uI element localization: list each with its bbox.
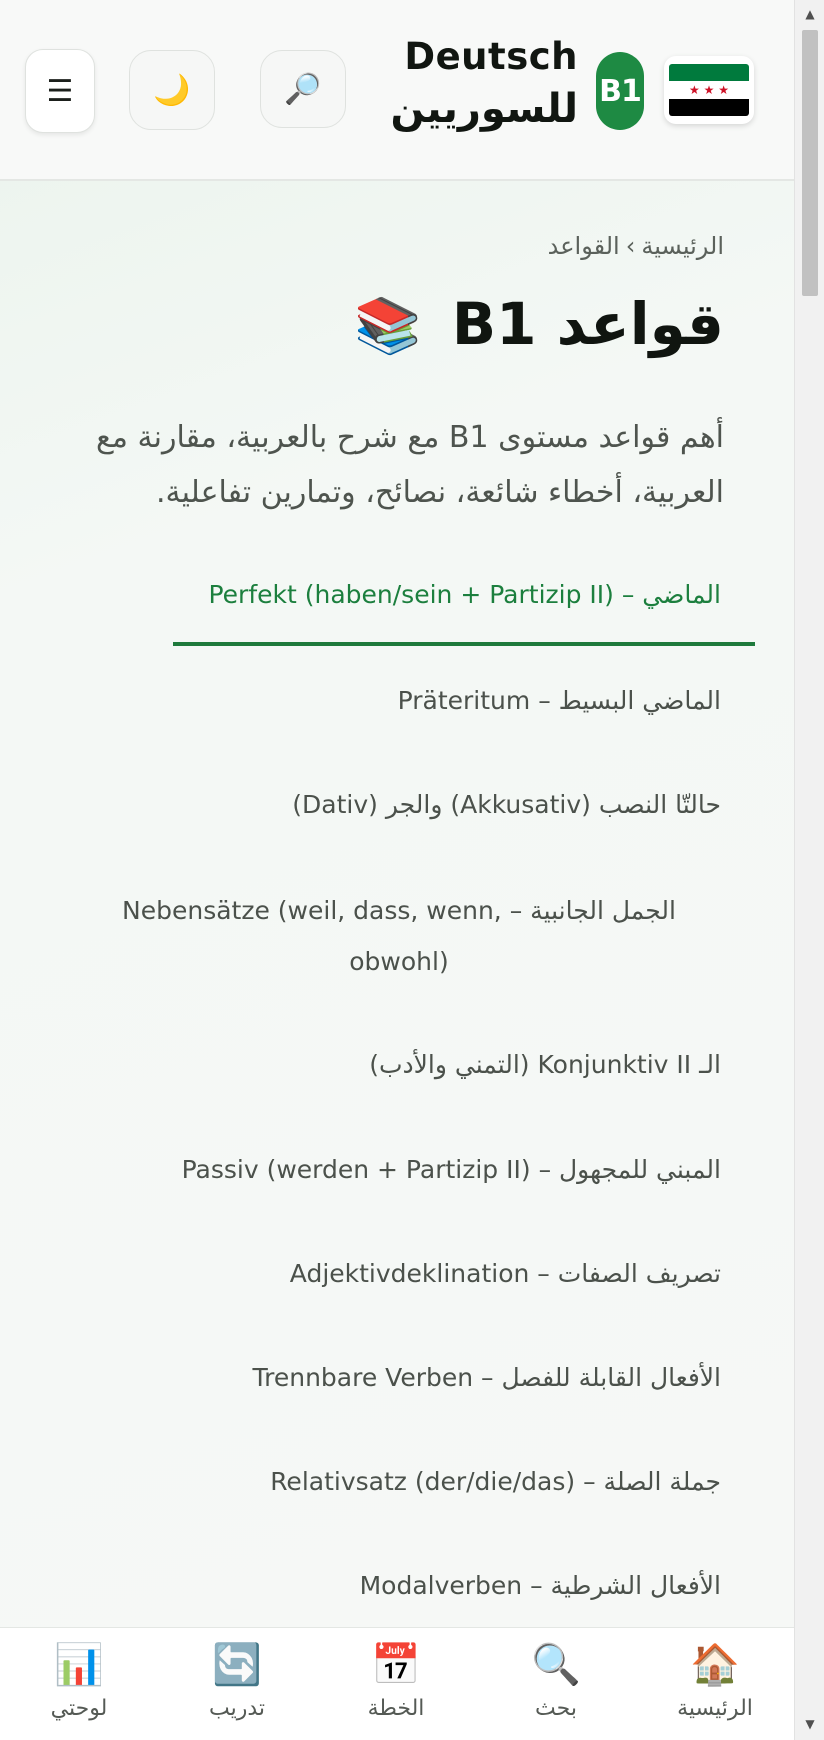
flag-stars: ★ ★ ★ [689, 82, 729, 97]
vertical-scrollbar[interactable]: ▲ ▼ [794, 0, 824, 1740]
level-badge: B1 [596, 52, 644, 130]
moon-icon: 🌙 [153, 72, 191, 108]
page-title: قواعد B1 📚 [354, 290, 724, 358]
magnifier-icon: 🔎 [284, 71, 322, 107]
topic-link-modalverben[interactable]: الأفعال الشرطية – Modalverben [360, 1571, 721, 1600]
nav-label-training: تدريب [208, 1696, 266, 1721]
page: ☰ 🌙 🔎 Deutsch للسوريين B1 ★ ★ ★ الرئيسية… [0, 0, 824, 1740]
top-header: ☰ 🌙 🔎 Deutsch للسوريين B1 ★ ★ ★ [0, 0, 794, 181]
calendar-icon: 📅 [371, 1642, 421, 1688]
repeat-icon: 🔄 [212, 1642, 262, 1688]
page-title-text: قواعد B1 [451, 290, 724, 358]
flag-stripe-green [669, 64, 749, 82]
nav-item-home[interactable]: 🏠 الرئيسية [650, 1628, 780, 1740]
search-button[interactable]: 🔎 [260, 50, 346, 128]
nav-item-plan[interactable]: 📅 الخطة [331, 1628, 461, 1740]
breadcrumb-current: القواعد [547, 232, 620, 260]
scroll-up-arrow-icon[interactable]: ▲ [795, 2, 824, 26]
site-brand[interactable]: Deutsch للسوريين [391, 32, 579, 136]
topic-link-relativsatz[interactable]: جملة الصلة – Relativsatz (der/die/das) [270, 1467, 721, 1496]
brand-title-latin: Deutsch [404, 35, 578, 78]
nav-label-search: بحث [535, 1696, 577, 1721]
topic-link-passiv[interactable]: المبني للمجهول – Passiv (werden + Partiz… [182, 1155, 721, 1184]
topic-link-praeteritum[interactable]: الماضي البسيط – Präteritum [398, 686, 721, 715]
menu-icon: ☰ [46, 73, 74, 109]
page-intro: أهم قواعد مستوى B1 مع شرح بالعربية، مقار… [95, 420, 724, 510]
breadcrumb-home-link[interactable]: الرئيسية [641, 232, 724, 260]
topic-link-konjunktiv[interactable]: الـ Konjunktiv II (التمني والأدب) [369, 1050, 721, 1079]
menu-button[interactable]: ☰ [25, 49, 95, 133]
flag-stripe-black [669, 98, 749, 116]
active-topic-underline [173, 642, 755, 646]
topic-link-akkusativ-dativ[interactable]: حالتّا النصب (Akkusativ) والجر (Dativ) [292, 790, 721, 819]
nav-label-dashboard: لوحتي [50, 1696, 108, 1721]
theme-toggle-button[interactable]: 🌙 [129, 50, 215, 130]
topic-link-adjektivdeklination[interactable]: تصريف الصفات – Adjektivdeklination [290, 1259, 721, 1288]
topic-link-nebensaetze[interactable]: الجمل الجانبية – Nebensätze (weil, dass,… [104, 885, 694, 987]
nav-item-search[interactable]: 🔍 بحث [491, 1628, 621, 1740]
breadcrumb-separator: › [625, 232, 636, 260]
nav-label-home: الرئيسية [677, 1696, 753, 1721]
home-icon: 🏠 [690, 1642, 740, 1688]
brand-title-arabic: للسوريين [390, 85, 579, 132]
nav-item-training[interactable]: 🔄 تدريب [172, 1628, 302, 1740]
nav-label-plan: الخطة [367, 1696, 425, 1721]
chart-icon: 📊 [54, 1642, 104, 1688]
search-icon: 🔍 [531, 1642, 581, 1688]
bottom-navigation: 🏠 الرئيسية 🔍 بحث 📅 الخطة 🔄 تدريب 📊 لوحتي [0, 1627, 794, 1740]
nav-item-dashboard[interactable]: 📊 لوحتي [14, 1628, 144, 1740]
breadcrumb: الرئيسية›القواعد [548, 232, 724, 260]
scrollbar-thumb[interactable] [802, 30, 818, 296]
syria-flag-icon: ★ ★ ★ [669, 64, 749, 116]
topic-link-trennbare-verben[interactable]: الأفعال القابلة للفصل – Trennbare Verben [253, 1363, 721, 1392]
flag-badge: ★ ★ ★ [664, 56, 754, 124]
books-icon: 📚 [354, 294, 422, 357]
viewport: ☰ 🌙 🔎 Deutsch للسوريين B1 ★ ★ ★ الرئيسية… [0, 0, 794, 1740]
flag-stripe-white: ★ ★ ★ [669, 81, 749, 99]
topic-link-perfekt[interactable]: الماضي – Perfekt (haben/sein + Partizip … [208, 580, 721, 609]
scroll-down-arrow-icon[interactable]: ▼ [795, 1712, 824, 1736]
